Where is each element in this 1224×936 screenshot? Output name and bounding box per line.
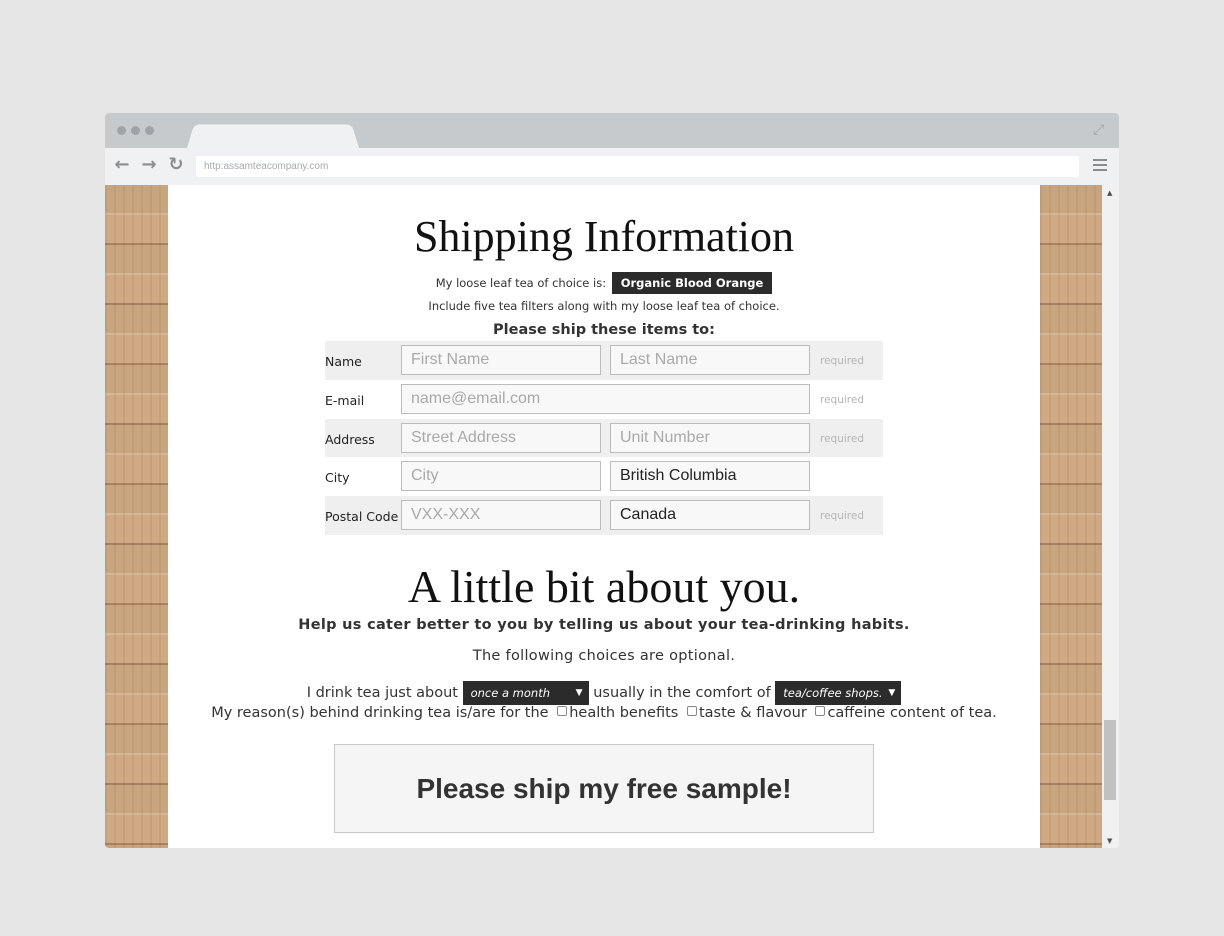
frequency-value: once a month bbox=[470, 686, 550, 700]
street-address-input[interactable]: Street Address bbox=[401, 422, 601, 453]
window-dot-icon[interactable] bbox=[131, 126, 140, 135]
shipping-form: Name First Name Last Name required E-mai… bbox=[325, 341, 883, 535]
scrollbar[interactable]: ▲ ▼ bbox=[1102, 185, 1119, 848]
optional-note: The following choices are optional. bbox=[472, 648, 736, 664]
about-help-text: Help us cater better to you by telling u… bbox=[298, 617, 910, 633]
reload-icon[interactable]: ↻ bbox=[166, 155, 186, 175]
location-value: tea/coffee shops. bbox=[783, 686, 883, 700]
wood-background-left bbox=[105, 185, 168, 848]
city-label: City bbox=[325, 470, 350, 486]
ship-to-heading: Please ship these items to: bbox=[493, 322, 715, 338]
unit-number-input[interactable]: Unit Number bbox=[610, 422, 810, 453]
email-input[interactable]: name@email.com bbox=[401, 383, 810, 414]
scroll-up-arrow-icon[interactable]: ▲ bbox=[1107, 189, 1112, 197]
drink-habits-line: I drink tea just about once a month ▼ usu… bbox=[168, 681, 1040, 705]
caffeine-label: caffeine content of tea. bbox=[827, 705, 997, 721]
province-input[interactable]: British Columbia bbox=[610, 461, 810, 492]
browser-tab[interactable] bbox=[187, 124, 359, 148]
dropdown-arrow-icon: ▼ bbox=[888, 688, 896, 698]
filters-note: Include five tea filters along with my l… bbox=[428, 299, 780, 313]
scroll-down-arrow-icon[interactable]: ▼ bbox=[1107, 837, 1112, 845]
tea-choice-line: My loose leaf tea of choice is: Organic … bbox=[168, 272, 1040, 294]
forward-arrow-icon[interactable]: → bbox=[139, 155, 159, 175]
postal-code-input[interactable]: VXX-XXX bbox=[401, 500, 601, 531]
city-row: City City British Columbia bbox=[325, 457, 883, 496]
about-title: A little bit about you. bbox=[407, 561, 801, 612]
email-label: E-mail bbox=[325, 392, 365, 408]
reasons-line: My reason(s) behind drinking tea is/are … bbox=[168, 705, 1040, 721]
caffeine-checkbox[interactable] bbox=[815, 706, 826, 716]
required-note: required bbox=[820, 393, 864, 406]
drink-middle-text: usually in the comfort of bbox=[593, 685, 771, 701]
health-benefits-checkbox[interactable] bbox=[557, 706, 568, 716]
country-input[interactable]: Canada bbox=[610, 500, 810, 531]
taste-flavour-checkbox[interactable] bbox=[686, 706, 697, 716]
window-dot-icon[interactable] bbox=[117, 126, 126, 135]
page-viewport: ▲ ▼ Shipping Information My loose leaf t… bbox=[105, 185, 1119, 848]
shipping-title: Shipping Information bbox=[413, 212, 795, 261]
scrollbar-thumb[interactable] bbox=[1104, 720, 1116, 800]
required-note: required bbox=[820, 432, 864, 445]
tea-choice-label: My loose leaf tea of choice is: bbox=[435, 276, 607, 290]
expand-icon[interactable]: ⤢ bbox=[1093, 123, 1107, 137]
dropdown-arrow-icon: ▼ bbox=[575, 688, 583, 698]
taste-flavour-label: taste & flavour bbox=[698, 705, 807, 721]
name-label: Name bbox=[325, 354, 362, 369]
address-bar[interactable]: http:assamteacompany.com bbox=[196, 156, 1079, 177]
hamburger-menu-icon[interactable] bbox=[1093, 159, 1107, 173]
last-name-input[interactable]: Last Name bbox=[610, 345, 810, 375]
window-controls bbox=[117, 126, 154, 135]
required-note: required bbox=[820, 510, 864, 523]
health-benefits-label: health benefits bbox=[569, 705, 679, 721]
browser-window: ⤢ ← → ↻ http:assamteacompany.com ▲ ▼ Shi… bbox=[105, 113, 1119, 848]
postal-row: Postal Code VXX-XXX Canada required bbox=[325, 496, 883, 535]
city-input[interactable]: City bbox=[401, 461, 601, 492]
name-row: Name First Name Last Name required bbox=[325, 341, 883, 380]
submit-button[interactable]: Please ship my free sample! bbox=[334, 744, 874, 833]
content-panel: Shipping Information My loose leaf tea o… bbox=[168, 185, 1040, 848]
email-row: E-mail name@email.com required bbox=[325, 380, 883, 419]
tea-choice-badge[interactable]: Organic Blood Orange bbox=[611, 272, 773, 294]
drink-prefix-text: I drink tea just about bbox=[306, 685, 458, 701]
wood-background-right bbox=[1040, 185, 1102, 848]
browser-titlebar: ⤢ bbox=[105, 113, 1119, 148]
first-name-input[interactable]: First Name bbox=[401, 345, 601, 375]
back-arrow-icon[interactable]: ← bbox=[112, 155, 132, 175]
window-dot-icon[interactable] bbox=[145, 126, 154, 135]
required-note: required bbox=[820, 355, 864, 367]
reason-prefix-text: My reason(s) behind drinking tea is/are … bbox=[211, 705, 549, 721]
browser-toolbar: ← → ↻ http:assamteacompany.com bbox=[105, 148, 1119, 185]
location-select[interactable]: tea/coffee shops. ▼ bbox=[775, 681, 902, 705]
postal-code-label: Postal Code bbox=[325, 509, 399, 525]
address-row: Address Street Address Unit Number requi… bbox=[325, 418, 883, 458]
frequency-select[interactable]: once a month ▼ bbox=[462, 681, 589, 705]
address-label: Address bbox=[325, 431, 375, 447]
